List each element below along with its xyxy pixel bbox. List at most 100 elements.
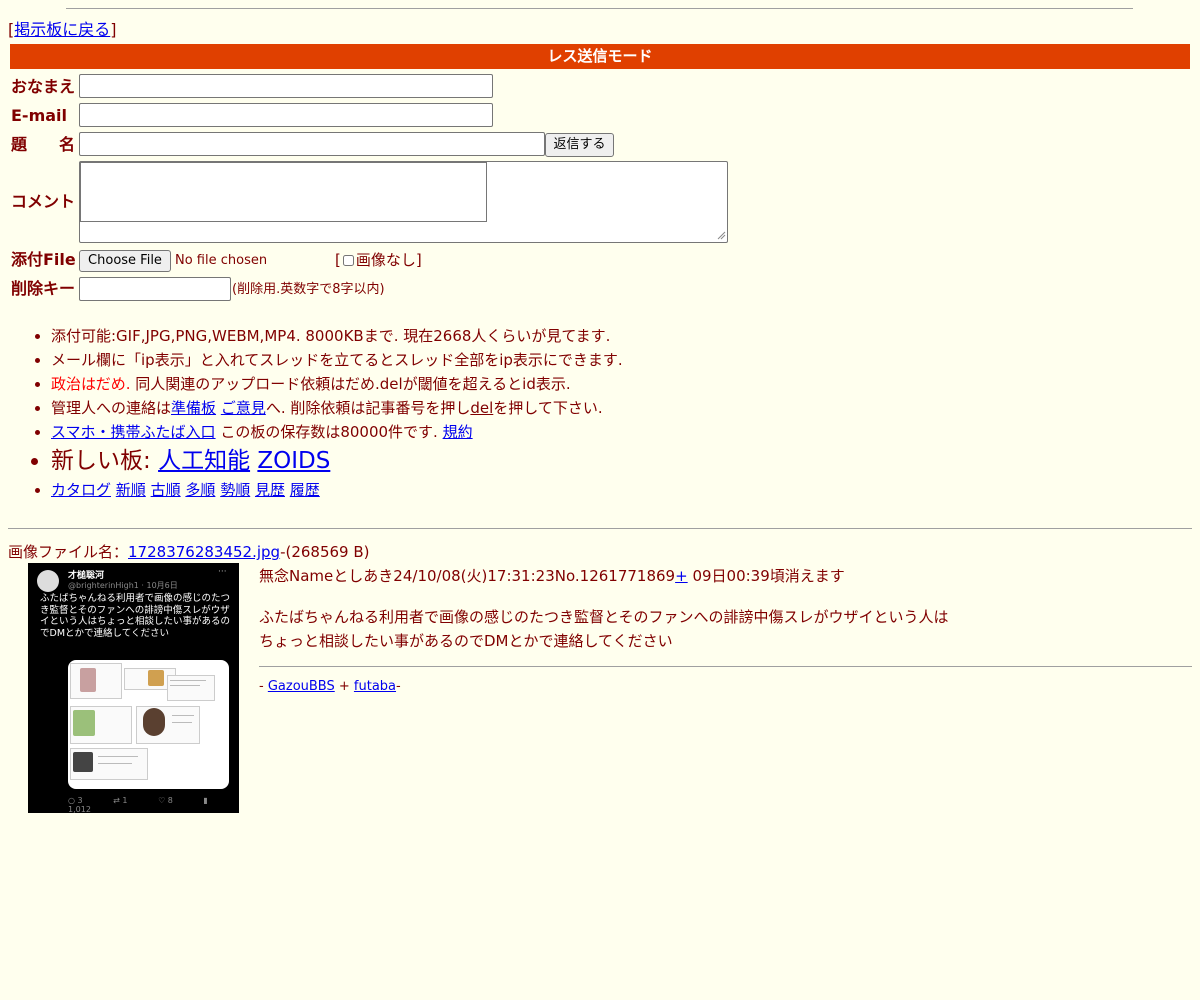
post-author: としあき — [333, 567, 394, 585]
comment-label: コメント — [11, 192, 76, 211]
no-image-bracket-open: [ — [335, 251, 341, 269]
file-label: 添付File — [11, 250, 76, 269]
prep-board-link[interactable]: 準備板 — [171, 399, 216, 417]
contact-text: 管理人への連絡は — [51, 399, 172, 417]
avatar — [37, 570, 59, 592]
delete-key-note: (削除用.英数字で8字以内) — [232, 282, 385, 297]
list-item: 新しい板: 人工知能 ZOIDS — [51, 444, 623, 478]
file-name-prefix: 画像ファイル名： — [8, 543, 129, 561]
footer-dash: - — [396, 679, 401, 694]
post-datetime: 24/10/08(火)17:31:23 — [393, 567, 555, 585]
post-history-link[interactable]: 履歴 — [290, 481, 320, 499]
character-thumb — [73, 752, 93, 772]
screenshot-panel — [167, 675, 215, 701]
list-item: 管理人への連絡は準備板 ご意見へ. 削除依頼は記事番号を押しdelを押して下さい… — [51, 396, 623, 420]
retweet-count: ⇄ 1 — [113, 796, 128, 805]
reply-count: ○ 3 — [68, 796, 83, 805]
text-line — [98, 763, 132, 764]
politics-warning: 政治はだめ. — [51, 375, 131, 393]
subject-label: 題 名 — [11, 135, 76, 154]
list-item: スマホ・携帯ふたば入口 この板の保存数は80000件です. 規約 — [51, 420, 623, 444]
del-word: del — [470, 399, 494, 417]
text-line — [98, 756, 138, 757]
upload-info-text: 添付可能:GIF,JPG,PNG,WEBM,MP4. 8000KBまで. 現在2… — [51, 327, 611, 345]
delete-key-label: 削除キー — [11, 279, 76, 298]
zoids-board-link[interactable]: ZOIDS — [257, 448, 330, 474]
resize-grip-icon[interactable] — [716, 230, 726, 240]
post-expire: 09日00:39頃消えます — [687, 567, 845, 585]
feedback-link[interactable]: ご意見 — [221, 399, 266, 417]
list-item: 政治はだめ. 同人関連のアップロード依頼はだめ.delが閾値を超えるとid表示. — [51, 372, 623, 396]
back-bracket-close: ] — [110, 20, 117, 39]
reply-submit-button[interactable]: 返信する — [545, 133, 614, 157]
storage-text: この板の保存数は80000件です. — [215, 423, 443, 441]
tweet-image-card — [68, 660, 229, 789]
list-item: メール欄に「ip表示」と入れてスレッドを立てるとスレッド全部をip表示にできます… — [51, 348, 623, 372]
sort-momentum-link[interactable]: 勢順 — [220, 481, 250, 499]
rules-text: 同人関連のアップロード依頼はだめ.delが閾値を超えるとid表示. — [130, 375, 571, 393]
footer-plus: + — [334, 679, 354, 694]
tweet-action-bar: ○ 3 ⇄ 1 ♡ 8 ▮ 1,012 — [68, 796, 233, 813]
tweet-text: ふたばちゃんねる利用者で画像の感じのたつき監督とそのファンへの誹謗中傷スレがウザ… — [40, 593, 231, 639]
back-nav: [掲示板に戻る] — [8, 20, 117, 40]
image-file-link[interactable]: 1728376283452.jpg — [128, 543, 280, 561]
thread-divider — [8, 528, 1192, 529]
page: [掲示板に戻る] レス送信モード おなまえ E-mail 題 名 返信する コメ… — [0, 0, 1200, 1000]
name-label: おなまえ — [11, 77, 76, 96]
footer-divider — [259, 666, 1192, 667]
no-image-bracket-close: ] — [415, 251, 422, 269]
character-thumb — [73, 710, 95, 736]
sort-new-link[interactable]: 新順 — [116, 481, 146, 499]
ai-board-link[interactable]: 人工知能 — [158, 448, 250, 474]
image-file-info: 画像ファイル名：1728376283452.jpg-(268569 B) — [8, 542, 370, 562]
post-body: ふたばちゃんねる利用者で画像の感じのたつき監督とそのファンへの誹謗中傷スレがウザ… — [259, 605, 949, 653]
back-to-board-link[interactable]: 掲示板に戻る — [14, 20, 110, 39]
file-status: No file chosen — [175, 253, 268, 268]
catalog-link[interactable]: カタログ — [51, 481, 111, 499]
email-input[interactable] — [79, 103, 493, 127]
subject-input[interactable] — [79, 132, 545, 156]
delete-key-input[interactable] — [79, 277, 231, 301]
no-image-label: 画像なし — [355, 251, 416, 269]
post-subject: 無念 — [259, 567, 290, 585]
more-icon: ··· — [218, 567, 227, 577]
character-thumb — [143, 708, 165, 736]
mobile-entry-link[interactable]: スマホ・携帯ふたば入口 — [51, 423, 216, 441]
comment-textarea-inner[interactable] — [80, 162, 487, 222]
reply-mode-banner: レス送信モード — [10, 44, 1190, 69]
footer-credit: - GazouBBS + futaba- — [259, 678, 401, 696]
sort-old-link[interactable]: 古順 — [151, 481, 181, 499]
no-image-checkbox[interactable] — [342, 255, 354, 266]
character-thumb — [80, 668, 96, 692]
post-thumbnail[interactable]: 才槌聡河 @brighterinHigh1 · 10月6日 ··· ふたばちゃん… — [28, 563, 239, 813]
list-item: 添付可能:GIF,JPG,PNG,WEBM,MP4. 8000KBまで. 現在2… — [51, 324, 623, 348]
list-item: カタログ 新順 古順 多順 勢順 見歴 履歴 — [51, 478, 623, 502]
choose-file-button[interactable]: Choose File — [79, 250, 171, 272]
text-line — [172, 722, 192, 723]
tweet-handle: @brighterinHigh1 · 10月6日 — [68, 581, 178, 590]
ip-display-text: メール欄に「ip表示」と入れてスレッドを立てるとスレッド全部をip表示にできます… — [51, 351, 623, 369]
futaba-link[interactable]: futaba — [354, 679, 396, 694]
board-notes-list: 添付可能:GIF,JPG,PNG,WEBM,MP4. 8000KBまで. 現在2… — [32, 324, 623, 502]
screenshot-panel — [70, 663, 122, 699]
gazoubbs-link[interactable]: GazouBBS — [268, 679, 335, 694]
file-size: -(268569 B) — [280, 543, 370, 561]
post-body-line: ちょっと相談したい事があるのでDMとかで連絡してください — [259, 632, 673, 650]
like-count: ♡ 8 — [158, 796, 173, 805]
character-thumb — [148, 670, 164, 686]
post-body-line: ふたばちゃんねる利用者で画像の感じのたつき監督とそのファンへの誹謗中傷スレがウザ… — [259, 608, 949, 626]
name-input[interactable] — [79, 74, 493, 98]
terms-link[interactable]: 規約 — [443, 423, 473, 441]
new-boards-label: 新しい板: — [51, 448, 159, 474]
text-line — [170, 680, 206, 681]
view-history-link[interactable]: 見歴 — [255, 481, 285, 499]
post-plus-link[interactable]: + — [675, 567, 688, 585]
email-label: E-mail — [11, 106, 68, 125]
post-header: 無念Nameとしあき24/10/08(火)17:31:23No.12617718… — [259, 566, 845, 586]
no-image-option: [ 画像なし] — [335, 250, 422, 270]
sort-most-link[interactable]: 多順 — [185, 481, 215, 499]
post-number[interactable]: No.1261771869 — [555, 567, 675, 585]
footer-dash: - — [259, 679, 268, 694]
text-line — [170, 685, 200, 686]
text-line — [172, 715, 194, 716]
